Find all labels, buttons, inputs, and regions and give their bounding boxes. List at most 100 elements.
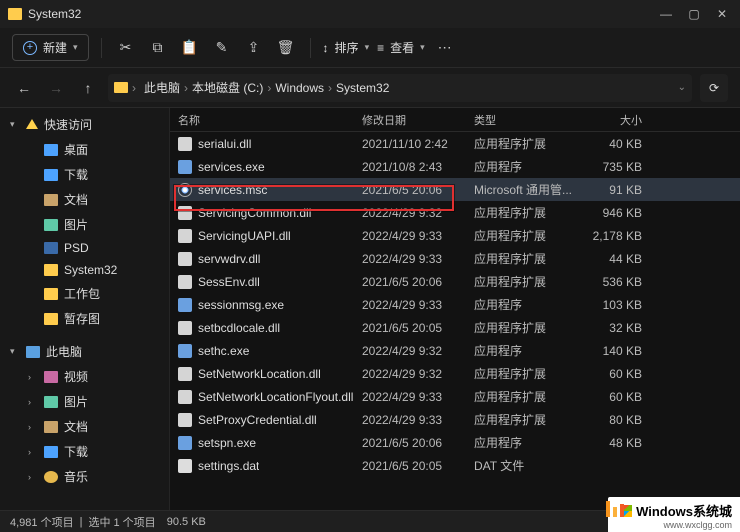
copy-icon[interactable]: ⧉ (146, 36, 170, 60)
folder-icon (44, 264, 58, 276)
sidebar-item-label: 视频 (64, 368, 88, 385)
file-name: ServicingCommon.dll (198, 206, 311, 220)
sidebar-item[interactable]: PSD (0, 237, 169, 259)
sidebar-item[interactable]: › 视频 (0, 364, 169, 389)
dll-file-icon (178, 252, 192, 266)
rename-icon[interactable]: ✎ (210, 36, 234, 60)
sidebar-this-pc[interactable]: ▾ 此电脑 (0, 339, 169, 364)
cut-icon[interactable]: ✂ (114, 36, 138, 60)
column-date[interactable]: 修改日期 (362, 112, 474, 128)
file-date: 2022/4/29 9:32 (362, 367, 474, 381)
file-date: 2022/4/29 9:32 (362, 344, 474, 358)
file-row[interactable]: setspn.exe2021/6/5 20:06应用程序48 KB (170, 431, 740, 454)
file-type: 应用程序 (474, 342, 578, 359)
chevron-right-icon[interactable]: › (28, 422, 38, 432)
column-name[interactable]: 名称 (178, 112, 362, 128)
plus-icon: + (23, 41, 37, 55)
paste-icon[interactable]: 📋 (178, 36, 202, 60)
sidebar-item[interactable]: › 图片 (0, 389, 169, 414)
file-row[interactable]: serialui.dll2021/11/10 2:42应用程序扩展40 KB (170, 132, 740, 155)
sidebar-item-label: 图片 (64, 216, 88, 233)
desktop-icon (44, 144, 58, 156)
file-date: 2022/4/29 9:33 (362, 252, 474, 266)
breadcrumb-item[interactable]: 本地磁盘 (C:) (188, 79, 267, 97)
sidebar-item[interactable]: 工作包 (0, 281, 169, 306)
column-size[interactable]: 大小 (578, 112, 642, 128)
music-icon (44, 471, 58, 483)
file-size: 103 KB (578, 298, 642, 312)
sidebar-item[interactable]: ›音乐 (0, 464, 169, 489)
breadcrumb-item[interactable]: System32 (332, 79, 393, 97)
view-label: 查看 (390, 39, 414, 56)
file-type: Microsoft 通用管... (474, 181, 578, 198)
toolbar: + 新建 ▾ ✂ ⧉ 📋 ✎ ⇪ 🗑 ↕ 排序 ▾ ≡ 查看 ▾ ⋯ (0, 28, 740, 68)
forward-button[interactable]: → (44, 76, 68, 100)
file-row[interactable]: setbcdlocale.dll2021/6/5 20:05应用程序扩展32 K… (170, 316, 740, 339)
file-row[interactable]: servwdrv.dll2022/4/29 9:33应用程序扩展44 KB (170, 247, 740, 270)
file-date: 2021/6/5 20:05 (362, 321, 474, 335)
sidebar-quick-access[interactable]: ▾ 快速访问 (0, 112, 169, 137)
sidebar-item-label: 文档 (64, 418, 88, 435)
file-date: 2021/6/5 20:05 (362, 459, 474, 473)
sidebar-item[interactable]: 暂存图 (0, 306, 169, 331)
back-button[interactable]: ← (12, 76, 36, 100)
file-row[interactable]: ServicingCommon.dll2022/4/29 9:32应用程序扩展9… (170, 201, 740, 224)
more-icon[interactable]: ⋯ (433, 36, 457, 60)
file-type: 应用程序 (474, 296, 578, 313)
pics-icon (44, 396, 58, 408)
address-bar[interactable]: › 此电脑›本地磁盘 (C:)›Windows›System32 ⌄ (108, 74, 692, 102)
sidebar-item-label: System32 (64, 263, 117, 277)
file-row[interactable]: sessionmsg.exe2022/4/29 9:33应用程序103 KB (170, 293, 740, 316)
sort-menu[interactable]: ↕ 排序 ▾ (323, 39, 370, 56)
file-name: services.exe (198, 160, 265, 174)
sidebar-item[interactable]: 文档 (0, 187, 169, 212)
file-size: 80 KB (578, 413, 642, 427)
breadcrumb-item[interactable]: 此电脑 (140, 79, 184, 97)
file-name: setbcdlocale.dll (198, 321, 280, 335)
file-row[interactable]: services.msc2021/6/5 20:06Microsoft 通用管.… (170, 178, 740, 201)
view-menu[interactable]: ≡ 查看 ▾ (377, 39, 425, 56)
sidebar-item[interactable]: ›下载 (0, 439, 169, 464)
file-row[interactable]: SetNetworkLocation.dll2022/4/29 9:32应用程序… (170, 362, 740, 385)
chevron-down-icon[interactable]: ▾ (10, 346, 20, 357)
download-icon (44, 446, 58, 458)
maximize-button[interactable]: ▢ (688, 7, 700, 21)
sidebar: ▾ 快速访问 桌面下载文档图片PSDSystem32工作包暂存图 ▾ 此电脑 ›… (0, 108, 170, 510)
dll-file-icon (178, 390, 192, 404)
file-list[interactable]: serialui.dll2021/11/10 2:42应用程序扩展40 KB se… (170, 132, 740, 510)
refresh-button[interactable]: ⟳ (700, 74, 728, 102)
chevron-right-icon[interactable]: › (28, 372, 38, 382)
sidebar-item[interactable]: 下载 (0, 162, 169, 187)
file-row[interactable]: settings.dat2021/6/5 20:05DAT 文件 (170, 454, 740, 477)
breadcrumb-item[interactable]: Windows (271, 79, 328, 97)
file-type: 应用程序扩展 (474, 319, 578, 336)
file-row[interactable]: services.exe2021/10/8 2:43应用程序735 KB (170, 155, 740, 178)
chevron-right-icon[interactable]: › (28, 397, 38, 407)
file-row[interactable]: sethc.exe2022/4/29 9:32应用程序140 KB (170, 339, 740, 362)
file-date: 2021/10/8 2:43 (362, 160, 474, 174)
close-button[interactable]: ✕ (716, 7, 728, 21)
up-button[interactable]: ↑ (76, 76, 100, 100)
file-row[interactable]: ServicingUAPI.dll2022/4/29 9:33应用程序扩展2,1… (170, 224, 740, 247)
chevron-down-icon[interactable]: ⌄ (678, 82, 686, 93)
sidebar-item[interactable]: 图片 (0, 212, 169, 237)
pics-icon (44, 219, 58, 231)
delete-icon[interactable]: 🗑 (274, 36, 298, 60)
chevron-down-icon[interactable]: ▾ (10, 119, 20, 130)
column-type[interactable]: 类型 (474, 112, 578, 128)
new-button[interactable]: + 新建 ▾ (12, 34, 89, 61)
sidebar-item-label: 图片 (64, 393, 88, 410)
chevron-right-icon[interactable]: › (28, 472, 38, 482)
file-type: 应用程序扩展 (474, 365, 578, 382)
chevron-right-icon[interactable]: › (28, 447, 38, 457)
minimize-button[interactable]: — (660, 7, 672, 21)
file-name: sessionmsg.exe (198, 298, 284, 312)
file-row[interactable]: SetProxyCredential.dll2022/4/29 9:33应用程序… (170, 408, 740, 431)
file-row[interactable]: SessEnv.dll2021/6/5 20:06应用程序扩展536 KB (170, 270, 740, 293)
share-icon[interactable]: ⇪ (242, 36, 266, 60)
sidebar-item[interactable]: System32 (0, 259, 169, 281)
sidebar-item[interactable]: 桌面 (0, 137, 169, 162)
sidebar-item[interactable]: › 文档 (0, 414, 169, 439)
file-row[interactable]: SetNetworkLocationFlyout.dll2022/4/29 9:… (170, 385, 740, 408)
title-bar: System32 — ▢ ✕ (0, 0, 740, 28)
